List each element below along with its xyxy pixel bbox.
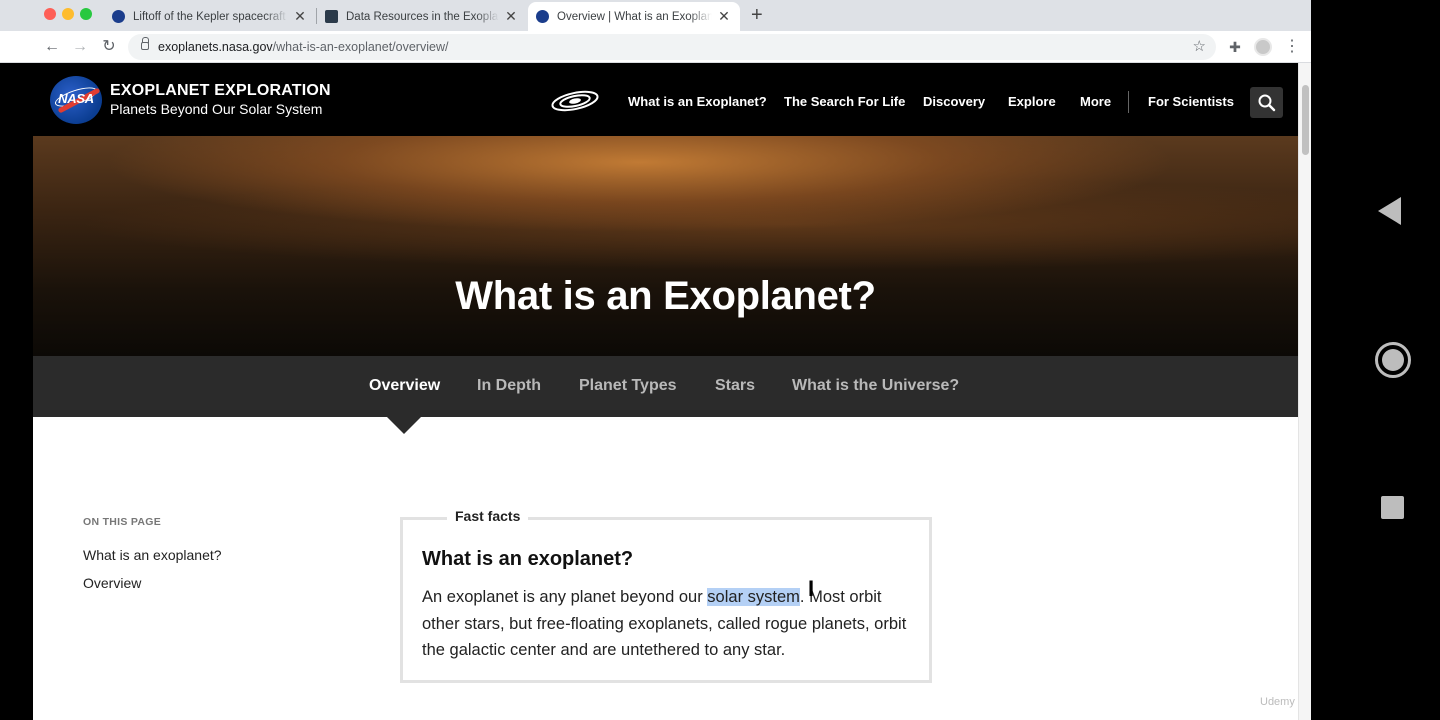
on-this-page-link[interactable]: What is an exoplanet? [83, 547, 222, 563]
site-brand-title[interactable]: EXOPLANET EXPLORATION [110, 82, 331, 100]
close-icon[interactable]: ✕ [716, 8, 732, 25]
subnav-planet-types[interactable]: Planet Types [579, 377, 677, 395]
udemy-watermark: Udemy [1260, 696, 1295, 708]
url-path: /what-is-an-exoplanet/overview/ [272, 40, 449, 54]
nasa-logo-text: NASA [58, 91, 94, 106]
minimize-window-button[interactable] [62, 8, 74, 20]
nav-search-for-life[interactable]: The Search For Life [784, 94, 905, 109]
nasa-icon [536, 10, 549, 23]
reload-icon[interactable]: ↻ [99, 37, 119, 57]
back-triangle-icon[interactable] [1378, 197, 1401, 225]
bookmark-star-icon[interactable]: ☆ [1193, 34, 1206, 60]
close-icon[interactable]: ✕ [503, 8, 519, 25]
nav-discovery[interactable]: Discovery [923, 94, 985, 109]
subnav-what-is-the-universe[interactable]: What is the Universe? [792, 377, 959, 395]
nav-explore[interactable]: Explore [1008, 94, 1056, 109]
nasa-logo[interactable]: NASA [50, 76, 102, 124]
site-header: NASA EXOPLANET EXPLORATION Planets Beyon… [33, 63, 1298, 136]
tab-strip: Liftoff of the Kepler spacecraft ✕ Data … [0, 0, 1311, 31]
site-brand-subtitle[interactable]: Planets Beyond Our Solar System [110, 101, 322, 117]
lock-icon [141, 37, 149, 50]
nav-more[interactable]: More [1080, 94, 1111, 109]
browser-window: Liftoff of the Kepler spacecraft ✕ Data … [0, 0, 1311, 720]
subnav-stars[interactable]: Stars [715, 377, 755, 395]
page-scrollbar[interactable] [1298, 63, 1311, 720]
url-domain: exoplanets.nasa.gov [158, 40, 273, 54]
extensions-puzzle-icon[interactable]: ✚ [1225, 37, 1245, 57]
tab-title: Overview | What is an Exoplanet [557, 10, 712, 23]
web-page: NASA EXOPLANET EXPLORATION Planets Beyon… [33, 63, 1298, 720]
profile-avatar-icon[interactable] [1254, 38, 1272, 56]
fast-facts-body[interactable]: An exoplanet is any planet beyond our so… [422, 584, 912, 664]
text-cursor-icon: I [808, 576, 815, 601]
subnav-in-depth[interactable]: In Depth [477, 377, 541, 395]
section-subnav: Overview In Depth Planet Types Stars Wha… [33, 356, 1298, 417]
archive-icon [325, 10, 338, 23]
maximize-window-button[interactable] [80, 8, 92, 20]
browser-toolbar: ← → ↻ exoplanets.nasa.gov/what-is-an-exo… [0, 31, 1311, 63]
nav-what-is-an-exoplanet[interactable]: What is an Exoplanet? [628, 94, 767, 109]
new-tab-icon[interactable]: + [751, 4, 763, 27]
close-icon[interactable]: ✕ [292, 8, 308, 25]
nav-divider [1128, 91, 1129, 113]
hero-banner: What is an Exoplanet? [33, 136, 1298, 356]
hero-title: What is an Exoplanet? [455, 274, 876, 318]
galaxy-icon[interactable] [550, 89, 600, 113]
on-this-page-heading: ON THIS PAGE [83, 516, 162, 528]
fast-facts-question: What is an exoplanet? [422, 548, 634, 570]
scrollbar-thumb[interactable] [1302, 85, 1309, 155]
tab-data-resources[interactable]: Data Resources in the Exoplanet ✕ [317, 2, 527, 31]
address-bar[interactable]: exoplanets.nasa.gov/what-is-an-exoplanet… [128, 34, 1216, 60]
search-button[interactable] [1250, 87, 1283, 118]
tab-overview-active[interactable]: Overview | What is an Exoplanet ✕ [528, 2, 740, 31]
nav-for-scientists[interactable]: For Scientists [1148, 94, 1234, 109]
nasa-icon [112, 10, 125, 23]
tab-title: Data Resources in the Exoplanet [346, 10, 499, 23]
close-window-button[interactable] [44, 8, 56, 20]
back-icon[interactable]: ← [42, 37, 62, 57]
recent-apps-square-icon[interactable] [1381, 496, 1404, 519]
on-this-page-link[interactable]: Overview [83, 575, 141, 591]
tab-kepler-liftoff[interactable]: Liftoff of the Kepler spacecraft ✕ [104, 2, 316, 31]
fast-facts-box: Fast facts What is an exoplanet? An exop… [400, 508, 932, 683]
tab-title: Liftoff of the Kepler spacecraft [133, 10, 286, 23]
active-tab-indicator [387, 417, 421, 434]
search-icon [1258, 94, 1276, 112]
fast-facts-label: Fast facts [447, 508, 529, 524]
selected-text[interactable]: solar system [707, 588, 800, 606]
forward-icon[interactable]: → [70, 37, 90, 57]
home-circle-icon[interactable] [1375, 342, 1411, 378]
browser-menu-icon[interactable]: ⋮ [1282, 37, 1302, 57]
subnav-overview[interactable]: Overview [369, 377, 440, 395]
